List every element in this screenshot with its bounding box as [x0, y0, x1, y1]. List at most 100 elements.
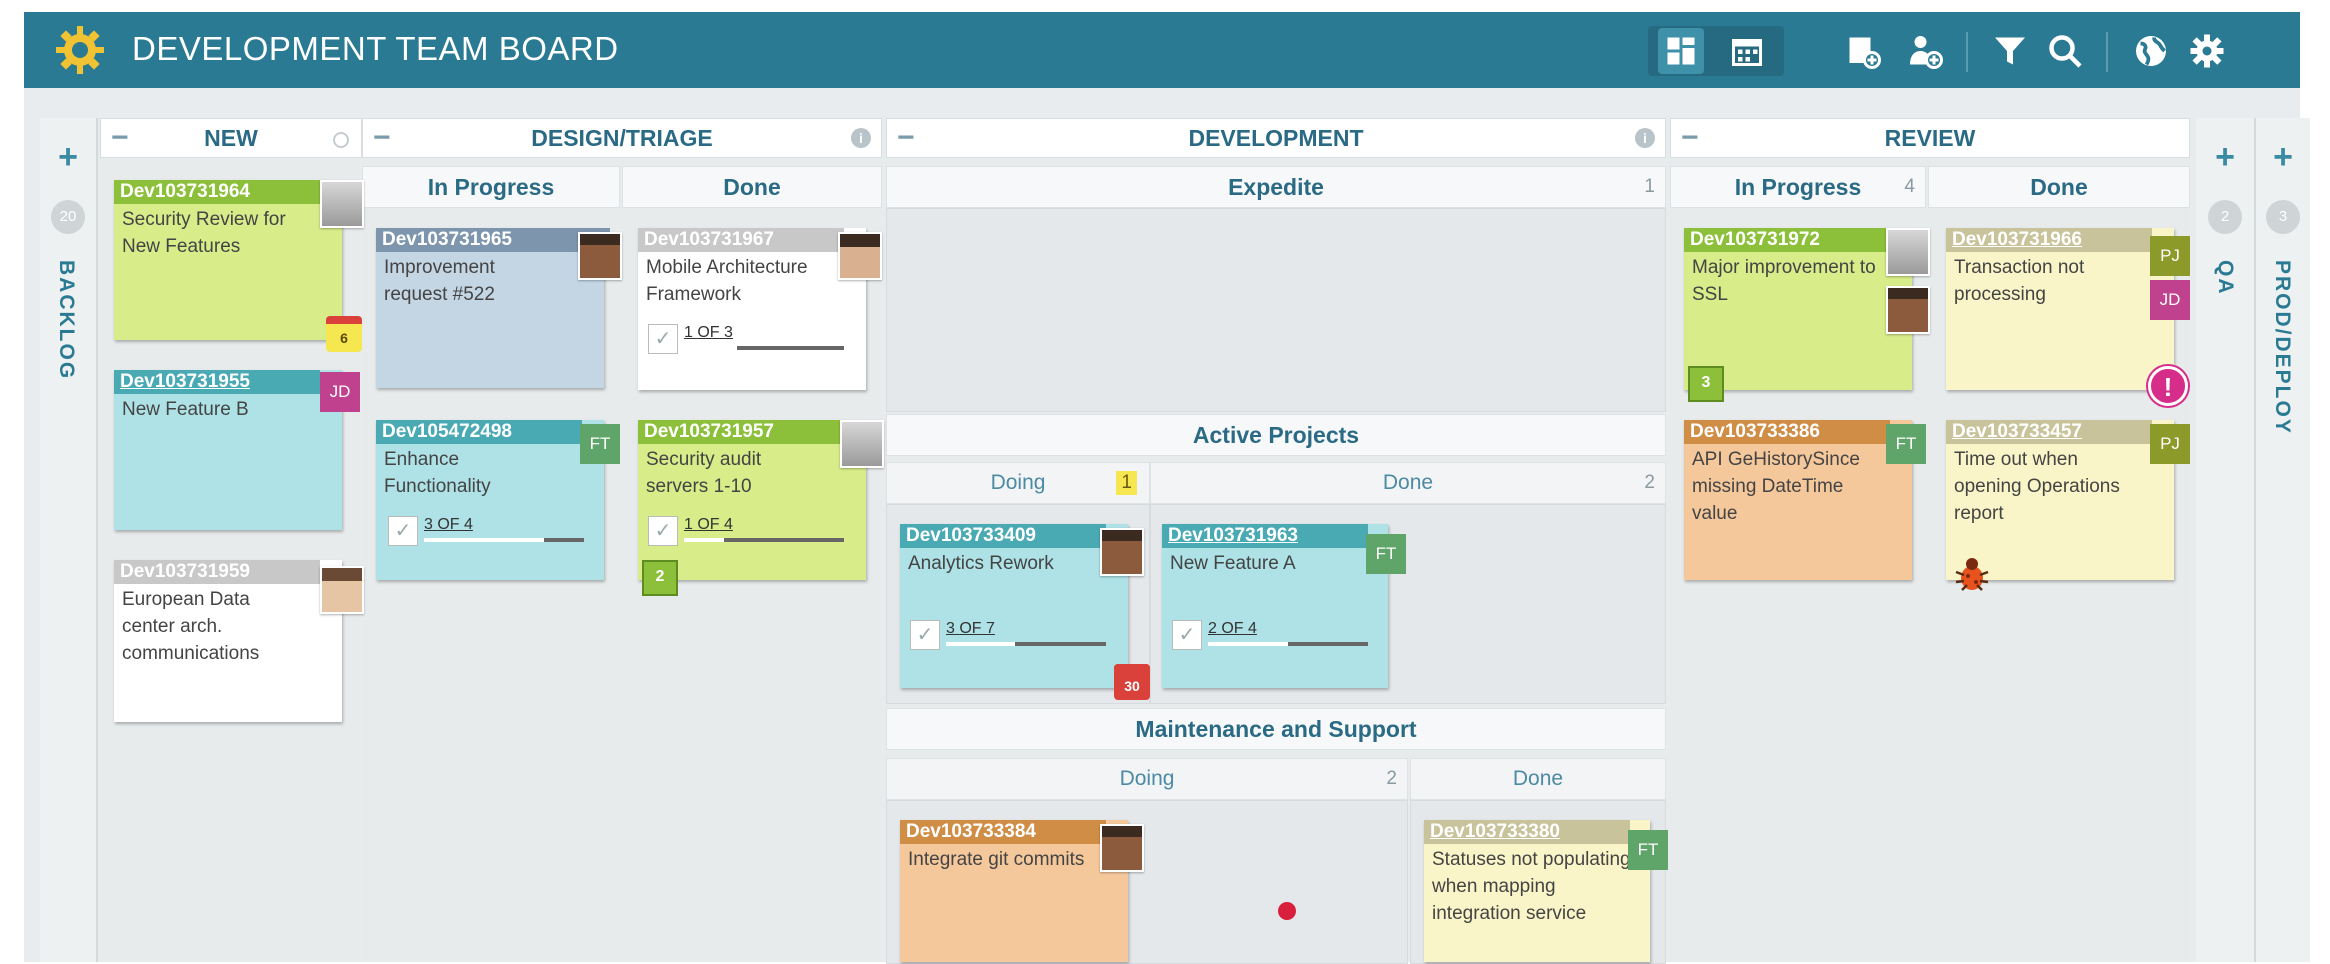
task-progress[interactable]: ✓ 2 OF 4	[1172, 620, 1382, 650]
collapse-icon[interactable]: −	[373, 119, 391, 157]
card[interactable]: Dev103733386 API GeHistorySince missing …	[1684, 420, 1926, 580]
avatar[interactable]	[320, 180, 364, 228]
card[interactable]: Dev103731955 New Feature B JD	[114, 370, 360, 530]
collapse-icon[interactable]: −	[897, 119, 915, 157]
card[interactable]: Dev103733384 Integrate git commits	[900, 820, 1144, 962]
assignee-initials[interactable]: PJ	[2150, 236, 2190, 276]
progress-bar	[1208, 642, 1368, 646]
avatar[interactable]	[578, 232, 622, 280]
collapse-icon[interactable]: −	[1681, 119, 1699, 157]
due-date-badge[interactable]: 30	[1114, 664, 1150, 700]
active-doing-header[interactable]: Doing 1	[886, 462, 1150, 504]
prod-label[interactable]: PROD/DEPLOY	[2270, 260, 2294, 435]
add-prod-card-button[interactable]: +	[2256, 138, 2310, 177]
review-done-header[interactable]: Done	[1928, 166, 2190, 208]
lane-title: In Progress	[1734, 174, 1862, 200]
maint-doing-header[interactable]: Doing 2	[886, 758, 1408, 800]
card-id[interactable]: Dev103731966	[1946, 228, 2152, 252]
assignee-initials[interactable]: JD	[2150, 280, 2190, 320]
column-header-review[interactable]: − REVIEW	[1670, 118, 2190, 158]
due-date-badge[interactable]: 6	[326, 316, 362, 352]
expedite-header[interactable]: Expedite 1	[886, 166, 1666, 208]
backlog-count: 20	[51, 200, 85, 234]
info-icon[interactable]: i	[1635, 128, 1655, 148]
task-progress[interactable]: ✓ 3 OF 7	[910, 620, 1120, 650]
active-projects-header[interactable]: Active Projects	[886, 414, 1666, 456]
globe-icon[interactable]	[2128, 28, 2174, 74]
avatar[interactable]	[1100, 824, 1144, 872]
avatar[interactable]	[840, 420, 884, 468]
add-card-icon[interactable]	[1840, 28, 1886, 74]
card[interactable]: Dev103733457 Time out when opening Opera…	[1946, 420, 2190, 591]
board-view-icon[interactable]	[1658, 28, 1704, 74]
maint-done-header[interactable]: Done	[1410, 758, 1666, 800]
card[interactable]: Dev103733409 Analytics Rework ✓ 3 OF 7 3…	[900, 524, 1150, 700]
assignee-initials[interactable]: JD	[320, 372, 360, 412]
avatar[interactable]	[1886, 228, 1930, 276]
avatar[interactable]	[1100, 528, 1144, 576]
column-header-new[interactable]: − NEW	[100, 118, 362, 158]
card-id[interactable]: Dev103731957	[638, 420, 872, 444]
active-done-header[interactable]: Done 2	[1150, 462, 1666, 504]
lane-title: Done	[1382, 471, 1434, 494]
avatar[interactable]	[838, 232, 882, 280]
card-id[interactable]: Dev103731959	[114, 560, 320, 584]
search-icon[interactable]	[2042, 28, 2088, 74]
collapse-icon[interactable]: −	[111, 119, 129, 157]
blocked-count-badge[interactable]: 3	[1688, 366, 1724, 402]
assignee-initials[interactable]: FT	[1628, 830, 1668, 870]
info-icon[interactable]: i	[851, 128, 871, 148]
alert-icon[interactable]: !	[2148, 366, 2188, 406]
card[interactable]: Dev103731957 Security audit servers 1-10…	[638, 420, 884, 596]
review-in-progress-header[interactable]: In Progress 4	[1670, 166, 1926, 208]
avatar[interactable]	[1886, 286, 1930, 334]
card[interactable]: Dev103731963 New Feature A FT ✓ 2 OF 4	[1162, 524, 1406, 688]
assignee-initials[interactable]: PJ	[2150, 424, 2190, 464]
task-progress[interactable]: ✓ 1 OF 4	[648, 516, 858, 546]
card-id[interactable]: Dev105472498	[376, 420, 582, 444]
card[interactable]: Dev103731964 Security Review for New Fea…	[114, 180, 364, 352]
maintenance-header[interactable]: Maintenance and Support	[886, 708, 1666, 750]
card-id[interactable]: Dev103731967	[638, 228, 844, 252]
assignee-initials[interactable]: FT	[580, 424, 620, 464]
design-in-progress-header[interactable]: In Progress	[362, 166, 620, 208]
settings-icon[interactable]	[2184, 28, 2230, 74]
add-qa-card-button[interactable]: +	[2196, 138, 2254, 177]
card[interactable]: Dev103731959 European Data center arch. …	[114, 560, 364, 722]
card-id[interactable]: Dev103733384	[900, 820, 1106, 844]
card[interactable]: Dev103731965 Improvement request #522	[376, 228, 622, 388]
design-done-header[interactable]: Done	[622, 166, 882, 208]
assignee-initials[interactable]: FT	[1366, 534, 1406, 574]
qa-label[interactable]: QA	[2213, 260, 2237, 296]
card[interactable]: Dev103731972 Major improvement to SSL 3	[1684, 228, 1930, 402]
card-id[interactable]: Dev103733380	[1424, 820, 1630, 844]
add-backlog-card-button[interactable]: +	[40, 138, 96, 177]
backlog-label[interactable]: BACKLOG	[54, 260, 78, 380]
assignee-initials[interactable]: FT	[1886, 424, 1926, 464]
card[interactable]: Dev103733380 Statuses not populating whe…	[1424, 820, 1668, 962]
blocked-count-badge[interactable]: 2	[642, 560, 678, 596]
card-id[interactable]: Dev103731965	[376, 228, 610, 252]
task-progress[interactable]: ✓ 3 OF 4	[388, 516, 598, 546]
task-progress[interactable]: ✓ 1 OF 3	[648, 324, 858, 354]
add-user-icon[interactable]	[1902, 28, 1948, 74]
column-header-design[interactable]: − DESIGN/TRIAGE i	[362, 118, 882, 158]
card-id[interactable]: Dev103731972	[1684, 228, 1918, 252]
card-id[interactable]: Dev103733457	[1946, 420, 2152, 444]
column-header-development[interactable]: − DEVELOPMENT i	[886, 118, 1666, 158]
card-id[interactable]: Dev103731963	[1162, 524, 1368, 548]
card-id[interactable]: Dev103731964	[114, 180, 348, 204]
card-id[interactable]: Dev103731955	[114, 370, 320, 394]
card-title: Security Review for New Features	[122, 209, 286, 257]
card[interactable]: Dev103731967 Mobile Architecture Framewo…	[638, 228, 882, 390]
bug-icon[interactable]	[1952, 554, 1992, 594]
avatar[interactable]	[320, 566, 364, 614]
filter-icon[interactable]	[1987, 28, 2033, 74]
calendar-icon[interactable]	[1724, 28, 1770, 74]
card[interactable]: Dev105472498 Enhance Functionality FT ✓ …	[376, 420, 620, 580]
progress-fill	[946, 642, 1015, 646]
card-title: European Data center arch. communication…	[122, 589, 260, 664]
card[interactable]: Dev103731966 Transaction not processing …	[1946, 228, 2190, 406]
card-id[interactable]: Dev103733386	[1684, 420, 1890, 444]
card-id[interactable]: Dev103733409	[900, 524, 1106, 548]
